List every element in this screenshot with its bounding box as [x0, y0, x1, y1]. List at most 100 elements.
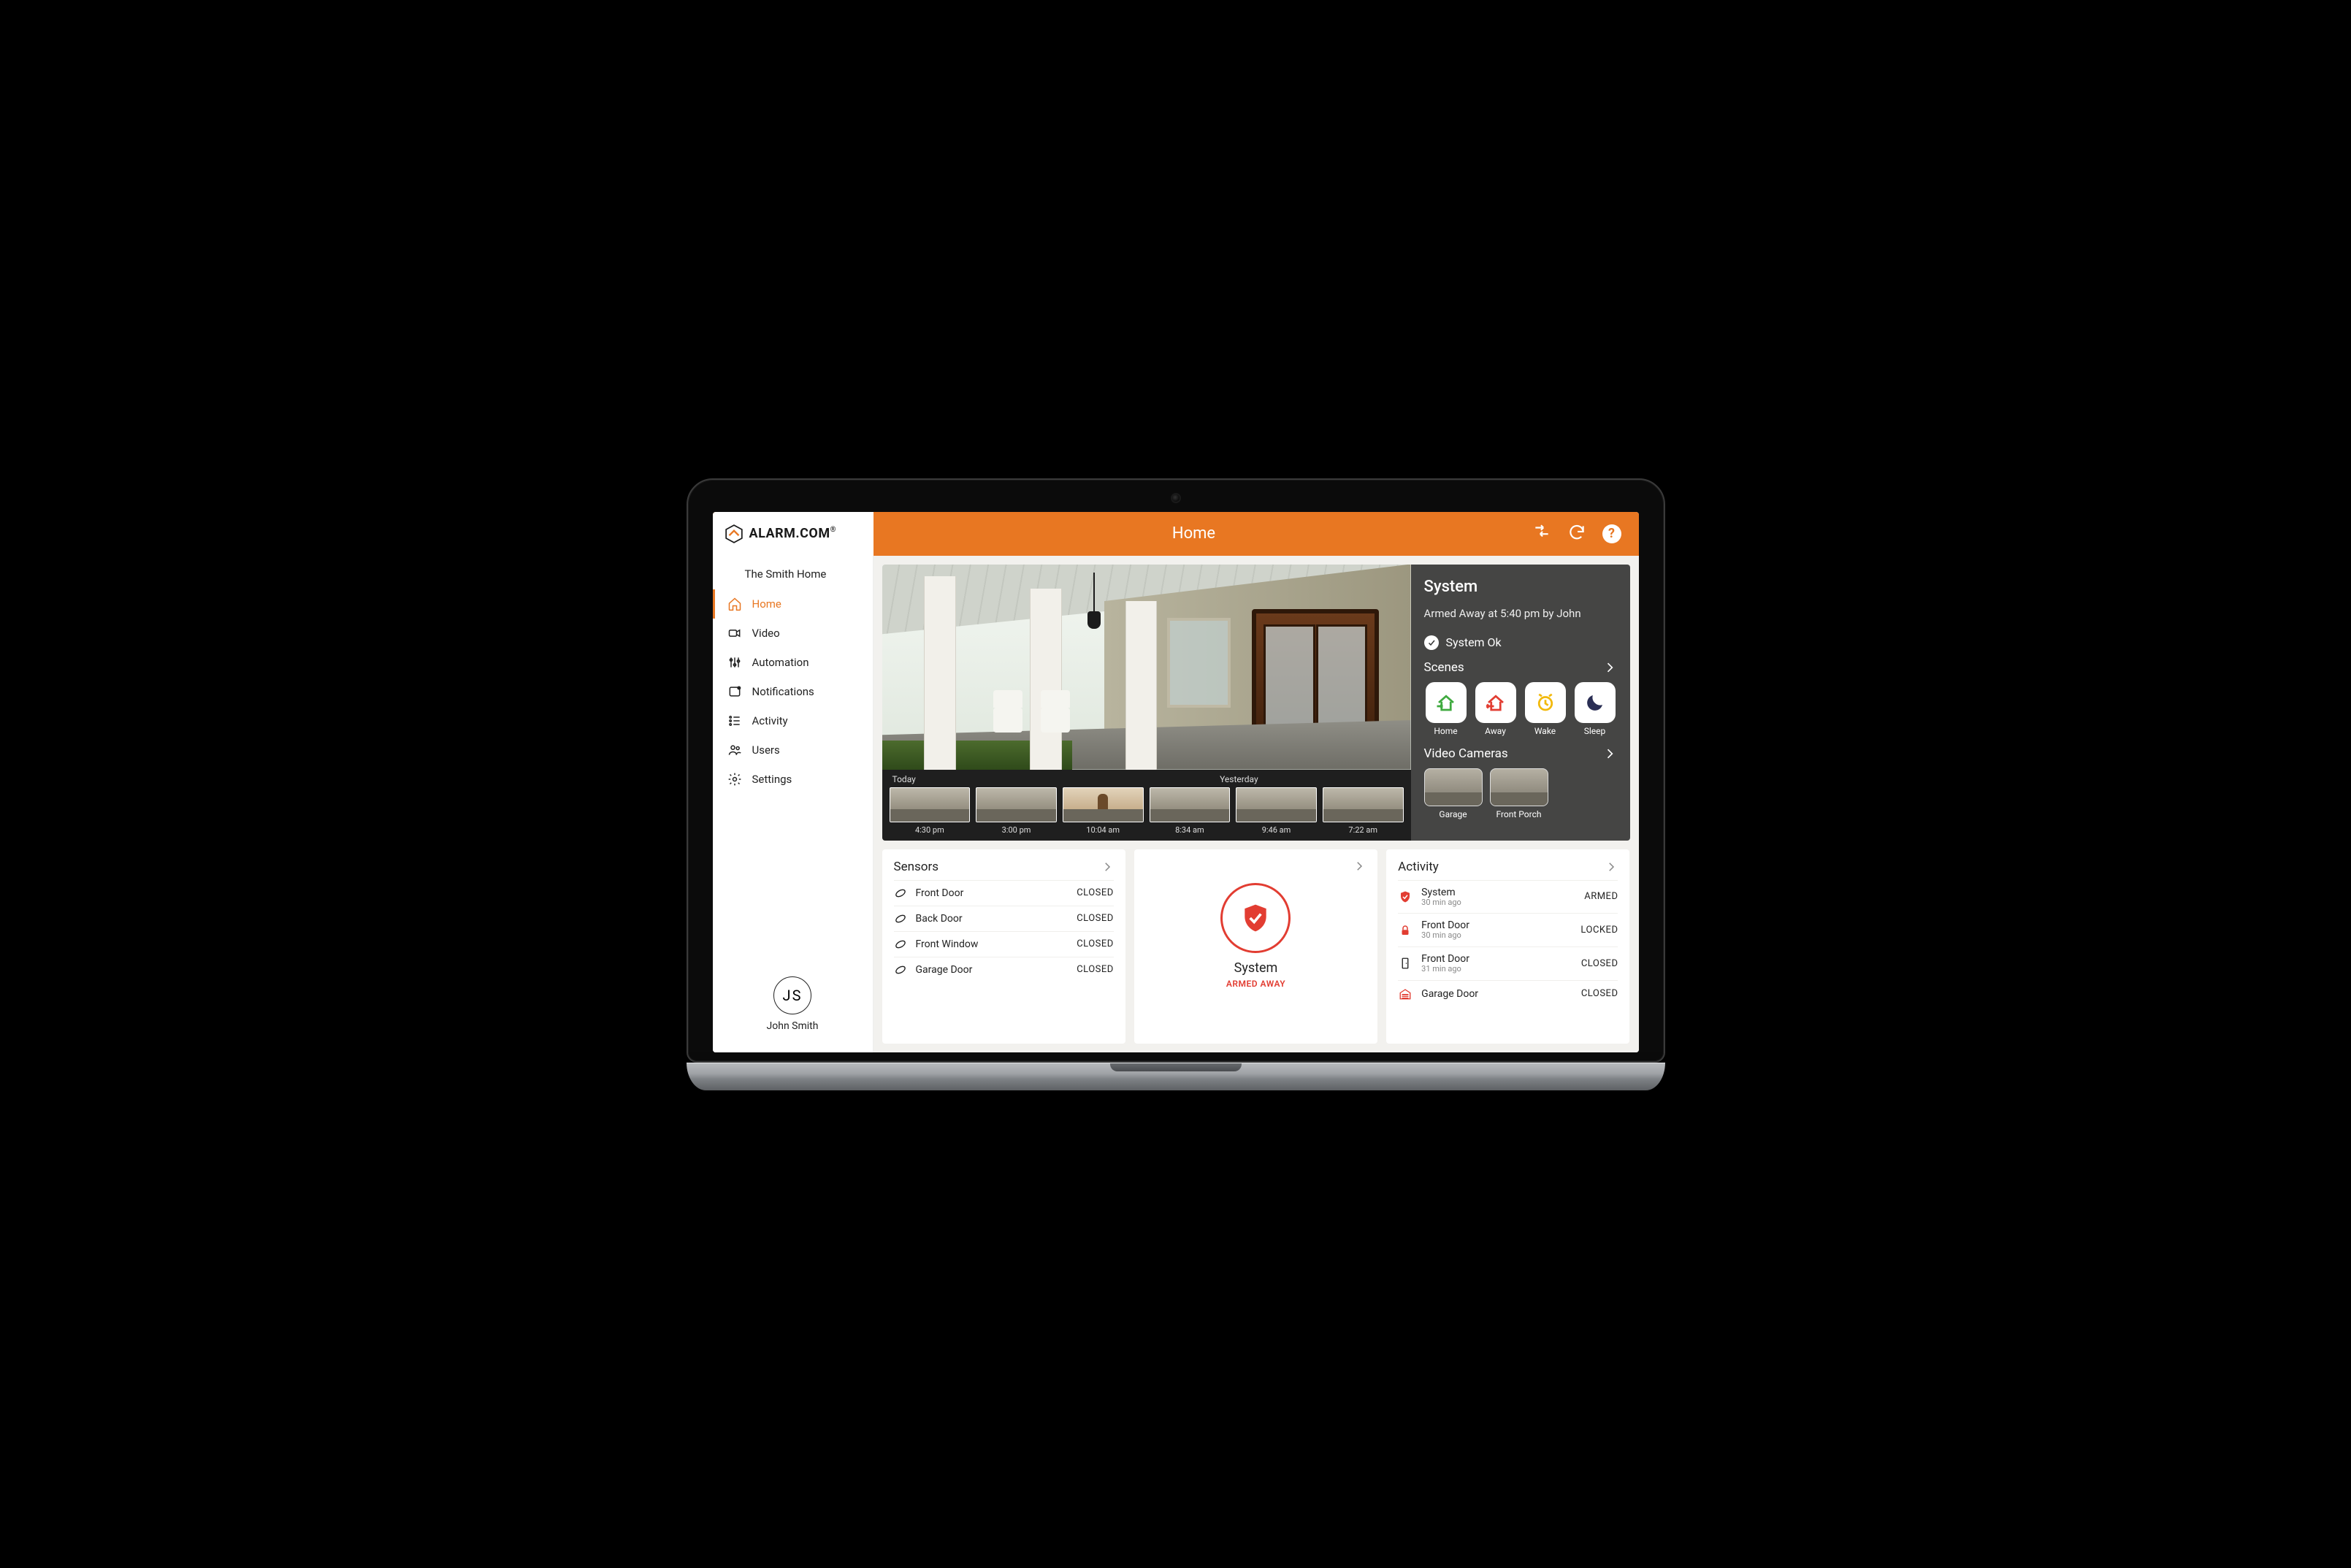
garage-icon — [1398, 987, 1412, 1001]
armed-shield-ring — [1220, 883, 1291, 953]
system-ok-label: System Ok — [1446, 635, 1502, 649]
clip-group-today: Today — [892, 774, 916, 784]
shield-check-icon — [1239, 902, 1272, 934]
sidebar-item-label: Video — [752, 627, 780, 640]
page-title: Home — [873, 512, 1515, 556]
system-title: System — [1424, 578, 1617, 596]
activity-row[interactable]: Front Door30 min ago LOCKED — [1398, 913, 1618, 946]
camera-thumb — [1424, 768, 1483, 806]
camera-thumb — [1490, 768, 1548, 806]
sensor-icon — [894, 938, 907, 951]
users-icon — [727, 743, 742, 757]
cards-row: Sensors Front Door CLOSED Back Door — [882, 849, 1630, 1044]
directions-icon[interactable] — [1532, 523, 1551, 545]
sidebar-item-activity[interactable]: Activity — [713, 706, 873, 735]
scene-wake[interactable]: Wake — [1524, 682, 1567, 736]
clip-thumb[interactable]: 4:30 pm — [890, 787, 971, 835]
notifications-icon — [727, 684, 742, 699]
hero-camera-view[interactable]: Today Yesterday 4:30 pm 3:00 pm 10:04 am… — [882, 565, 1411, 841]
sidebar-nav: Home Video Automation Notifications — [713, 585, 873, 798]
sidebar-item-video[interactable]: Video — [713, 619, 873, 648]
settings-icon — [727, 772, 742, 787]
clip-thumb[interactable]: 3:00 pm — [976, 787, 1057, 835]
app-screen: ALARMCOM® Home ? The Sm — [713, 512, 1639, 1052]
system-card-state: ARMED AWAY — [1226, 979, 1285, 989]
camera-tile-garage[interactable]: Garage — [1424, 768, 1483, 819]
sidebar-item-label: Notifications — [752, 685, 814, 698]
brand-logo[interactable]: ALARMCOM® — [713, 512, 873, 556]
avatar: JS — [773, 976, 811, 1014]
chevron-right-icon — [1602, 746, 1617, 761]
profile-name: John Smith — [767, 1020, 819, 1032]
scenes-header[interactable]: Scenes — [1424, 660, 1617, 675]
laptop-frame: ALARMCOM® Home ? The Sm — [687, 478, 1665, 1090]
activity-icon — [727, 714, 742, 728]
activity-card: Activity System30 min ago ARMED Front Do… — [1386, 849, 1629, 1044]
cameras-label: Video Cameras — [1424, 746, 1508, 761]
sidebar-item-label: Home — [752, 597, 781, 611]
scene-wake-icon — [1534, 692, 1556, 714]
scene-sleep[interactable]: Sleep — [1573, 682, 1617, 736]
profile[interactable]: JS John Smith — [713, 962, 873, 1052]
check-circle-icon — [1424, 635, 1439, 650]
lock-icon — [1398, 923, 1412, 938]
help-icon[interactable]: ? — [1602, 524, 1621, 543]
laptop-camera — [1172, 494, 1180, 502]
scene-away[interactable]: Away — [1474, 682, 1518, 736]
system-ok-row: System Ok — [1424, 635, 1617, 650]
clip-thumbs: 4:30 pm 3:00 pm 10:04 am 8:34 am 9:46 am… — [890, 787, 1404, 835]
sidebar: The Smith Home Home Video Automation — [713, 556, 873, 1052]
clip-thumb[interactable]: 8:34 am — [1150, 787, 1231, 835]
scene-home-icon — [1435, 692, 1457, 714]
sidebar-item-notifications[interactable]: Notifications — [713, 677, 873, 706]
clip-group-yesterday: Yesterday — [1220, 774, 1258, 784]
sensor-icon — [894, 963, 907, 976]
sensors-card: Sensors Front Door CLOSED Back Door — [882, 849, 1125, 1044]
clip-timeline: Today Yesterday 4:30 pm 3:00 pm 10:04 am… — [882, 770, 1411, 841]
sensor-row[interactable]: Garage Door CLOSED — [894, 957, 1114, 982]
home-name[interactable]: The Smith Home — [713, 556, 873, 585]
cameras-list: Garage Front Porch — [1424, 768, 1617, 819]
clip-thumb[interactable]: 10:04 am — [1063, 787, 1144, 835]
activity-row[interactable]: Garage Door CLOSED — [1398, 980, 1618, 1007]
sensor-icon — [894, 912, 907, 925]
chevron-right-icon — [1101, 860, 1114, 873]
sensor-row[interactable]: Front Window CLOSED — [894, 931, 1114, 957]
sidebar-item-users[interactable]: Users — [713, 735, 873, 765]
activity-row[interactable]: Front Door31 min ago CLOSED — [1398, 946, 1618, 980]
logo-hex-icon — [725, 524, 743, 543]
cameras-header[interactable]: Video Cameras — [1424, 746, 1617, 761]
activity-header[interactable]: Activity — [1398, 860, 1618, 874]
header-actions: ? — [1515, 512, 1639, 556]
live-camera-image — [882, 565, 1411, 770]
app-header: ALARMCOM® Home ? — [713, 512, 1639, 556]
shield-icon — [1398, 890, 1412, 904]
sidebar-item-home[interactable]: Home — [713, 589, 873, 619]
sidebar-item-settings[interactable]: Settings — [713, 765, 873, 794]
hero-system-panel: System Armed Away at 5:40 pm by John Sys… — [1411, 565, 1630, 841]
sidebar-item-automation[interactable]: Automation — [713, 648, 873, 677]
video-icon — [727, 626, 742, 640]
scenes-label: Scenes — [1424, 660, 1464, 675]
sensor-row[interactable]: Back Door CLOSED — [894, 906, 1114, 931]
laptop-bezel: ALARMCOM® Home ? The Sm — [687, 478, 1665, 1063]
laptop-base — [687, 1063, 1665, 1090]
activity-row[interactable]: System30 min ago ARMED — [1398, 880, 1618, 914]
chevron-right-icon — [1353, 860, 1366, 873]
sensor-icon — [894, 887, 907, 900]
scene-sleep-icon — [1584, 692, 1606, 714]
main-content: Today Yesterday 4:30 pm 3:00 pm 10:04 am… — [873, 556, 1639, 1052]
door-icon — [1398, 956, 1412, 971]
sensor-row[interactable]: Front Door CLOSED — [894, 880, 1114, 906]
system-card[interactable]: System ARMED AWAY — [1134, 849, 1377, 1044]
hero: Today Yesterday 4:30 pm 3:00 pm 10:04 am… — [882, 565, 1630, 841]
scenes-list: Home Away Wake — [1424, 682, 1617, 736]
sidebar-item-label: Activity — [752, 714, 788, 727]
clip-thumb[interactable]: 9:46 am — [1236, 787, 1317, 835]
camera-tile-front-porch[interactable]: Front Porch — [1490, 768, 1548, 819]
clip-thumb[interactable]: 7:22 am — [1323, 787, 1404, 835]
refresh-icon[interactable] — [1567, 523, 1586, 545]
sidebar-item-label: Settings — [752, 773, 792, 786]
scene-home[interactable]: Home — [1424, 682, 1468, 736]
sensors-header[interactable]: Sensors — [894, 860, 1114, 874]
